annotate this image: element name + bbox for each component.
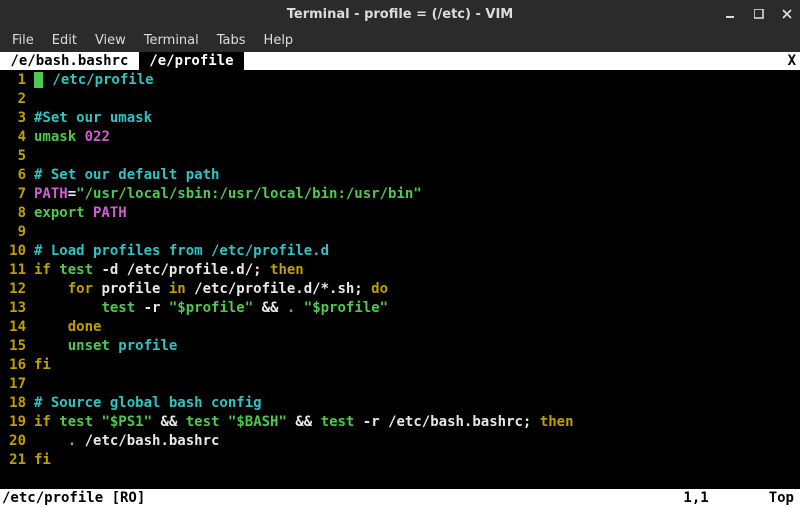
lineno: 8 (0, 204, 28, 223)
line-19: 19 if test "$PS1" && test "$BASH" && tes… (0, 413, 800, 432)
maximize-icon[interactable] (752, 7, 766, 21)
menu-tabs[interactable]: Tabs (209, 31, 254, 50)
menu-view[interactable]: View (87, 31, 134, 50)
comment: # Set our default path (28, 166, 219, 185)
line-8: 8 export PATH (0, 204, 800, 223)
lineno: 12 (0, 280, 28, 299)
line-5: 5 (0, 147, 800, 166)
tab-close-icon[interactable]: X (784, 52, 800, 70)
line-16: 16 fi (0, 356, 800, 375)
line-3: 3 #Set our umask (0, 109, 800, 128)
menu-help[interactable]: Help (256, 31, 302, 50)
menu-terminal[interactable]: Terminal (136, 31, 207, 50)
lineno: 18 (0, 394, 28, 413)
lineno: 20 (0, 432, 28, 451)
status-position: 1,1 (683, 489, 768, 507)
lineno: 14 (0, 318, 28, 337)
vim-tabline: /e/bash.bashrc /e/profile X (0, 52, 800, 70)
menu-edit[interactable]: Edit (44, 31, 85, 50)
lineno: 10 (0, 242, 28, 261)
line-13: 13 test -r "$profile" && . "$profile" (0, 299, 800, 318)
lineno: 4 (0, 128, 28, 147)
line-11: 11 if test -d /etc/profile.d/; then (0, 261, 800, 280)
lineno: 2 (0, 90, 28, 109)
line-1: 1 /etc/profile (0, 71, 800, 90)
minimize-icon[interactable] (724, 7, 738, 21)
lineno: 5 (0, 147, 28, 166)
close-icon[interactable] (780, 7, 794, 21)
line-6: 6 # Set our default path (0, 166, 800, 185)
line-18: 18 # Source global bash config (0, 394, 800, 413)
line-15: 15 unset profile (0, 337, 800, 356)
lineno: 16 (0, 356, 28, 375)
lineno: 17 (0, 375, 28, 394)
line-20: 20 . /etc/bash.bashrc (0, 432, 800, 451)
line-12: 12 for profile in /etc/profile.d/*.sh; d… (0, 280, 800, 299)
vim-statusbar: /etc/profile [RO] 1,1 Top (0, 489, 800, 507)
terminal-window: Terminal - profile = (/etc) - VIM File E… (0, 0, 800, 507)
comment: # Load profiles from /etc/profile.d (28, 242, 329, 261)
window-title: Terminal - profile = (/etc) - VIM (287, 7, 513, 22)
line-9: 9 (0, 223, 800, 242)
cursor-icon (34, 72, 43, 88)
lineno: 3 (0, 109, 28, 128)
lineno: 11 (0, 261, 28, 280)
lineno: 21 (0, 451, 28, 470)
line-4: 4 umask 022 (0, 128, 800, 147)
line-14: 14 done (0, 318, 800, 337)
lineno: 19 (0, 413, 28, 432)
tab-bashrc[interactable]: /e/bash.bashrc (0, 52, 139, 70)
status-scroll: Top (769, 489, 798, 507)
line-2: 2 (0, 90, 800, 109)
line-10: 10 # Load profiles from /etc/profile.d (0, 242, 800, 261)
editor-area[interactable]: 1 /etc/profile 2 3 #Set our umask 4 umas… (0, 70, 800, 489)
titlebar: Terminal - profile = (/etc) - VIM (0, 0, 800, 28)
menubar: File Edit View Terminal Tabs Help (0, 28, 800, 52)
line-21: 21 fi (0, 451, 800, 470)
status-file: /etc/profile [RO] (2, 489, 683, 507)
lineno: 15 (0, 337, 28, 356)
tab-fill (244, 52, 784, 70)
menu-file[interactable]: File (4, 31, 42, 50)
lineno: 1 (0, 71, 28, 90)
lineno: 13 (0, 299, 28, 318)
line-17: 17 (0, 375, 800, 394)
comment: # Source global bash config (28, 394, 262, 413)
tab-profile[interactable]: /e/profile (139, 52, 244, 70)
lineno: 7 (0, 185, 28, 204)
comment: #Set our umask (28, 109, 152, 128)
lineno: 9 (0, 223, 28, 242)
window-controls (724, 0, 794, 28)
line-7: 7 PATH="/usr/local/sbin:/usr/local/bin:/… (0, 185, 800, 204)
lineno: 6 (0, 166, 28, 185)
